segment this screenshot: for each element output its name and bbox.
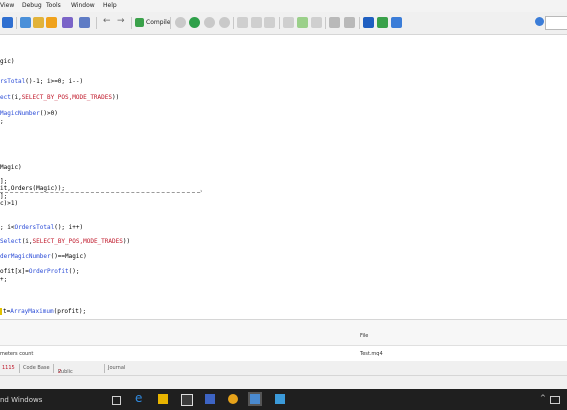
- code-line: gic): [0, 58, 15, 65]
- plugin-icon[interactable]: [33, 17, 44, 28]
- chart-icon[interactable]: [329, 17, 340, 28]
- toolbar-separator: [325, 17, 326, 29]
- mt4-icon[interactable]: [228, 394, 238, 404]
- code-line: t=ArrayMaximum(profit);: [3, 308, 87, 315]
- menu-window[interactable]: Window: [71, 2, 95, 9]
- code-line: ;: [0, 118, 4, 125]
- code-line: ofit[x]=OrderProfit();: [0, 268, 80, 275]
- toolbar-separator: [279, 17, 280, 29]
- toolbar: ← → Compile: [0, 12, 567, 35]
- code-line: ];: [0, 178, 8, 185]
- tab-separator: [104, 364, 105, 373]
- step-out-icon[interactable]: [311, 17, 322, 28]
- align-right-icon[interactable]: [62, 17, 73, 28]
- toolbar-separator: [233, 17, 234, 29]
- play-icon[interactable]: [189, 17, 200, 28]
- metaeditor-icon[interactable]: [248, 392, 262, 406]
- row-label: meters count: [0, 351, 34, 357]
- menu-bar: View Debug Tools Window Help: [0, 0, 567, 12]
- search-icon[interactable]: [535, 17, 544, 26]
- globe-icon[interactable]: [377, 17, 388, 28]
- compile-button[interactable]: Compile: [135, 16, 171, 30]
- bookmark-next-icon[interactable]: [264, 17, 275, 28]
- file-column-header: File: [360, 333, 369, 339]
- status-bar: [0, 375, 567, 390]
- compile-label: Compile: [146, 19, 171, 26]
- code-line: it,Orders(Magic));: [0, 185, 66, 192]
- tab-separator: [53, 364, 54, 373]
- folder-icon[interactable]: [20, 17, 31, 28]
- code-line: Magic): [0, 164, 22, 171]
- separator-line: [0, 188, 203, 195]
- bookmark-icon[interactable]: [237, 17, 248, 28]
- text-cursor: [0, 308, 2, 315]
- pause-icon[interactable]: [204, 17, 215, 28]
- stop-icon[interactable]: [175, 17, 186, 28]
- code-line: Select(i,SELECT_BY_POS,MODE_TRADES)): [0, 238, 131, 245]
- menu-view[interactable]: View: [0, 2, 14, 9]
- activation-watermark: nd Windows: [0, 396, 43, 404]
- window-icon[interactable]: [391, 17, 402, 28]
- toolbar-separator: [131, 17, 132, 29]
- windows-taskbar: nd Windows e ^: [0, 389, 567, 410]
- row-file: Test.mq4: [360, 351, 383, 357]
- tab-separator: [19, 364, 20, 373]
- code-line: rsTotal()-1; i>=0; i--): [0, 78, 84, 85]
- code-editor[interactable]: gic) rsTotal()-1; i>=0; i--) ect(i,SELEC…: [0, 35, 567, 318]
- search-input[interactable]: [545, 16, 567, 30]
- bookmark-prev-icon[interactable]: [251, 17, 262, 28]
- explorer-icon[interactable]: [158, 394, 168, 404]
- menu-tools[interactable]: Tools: [46, 2, 61, 9]
- forward-arrow-icon[interactable]: →: [117, 16, 125, 26]
- save-icon[interactable]: [2, 17, 13, 28]
- notes-icon[interactable]: [275, 394, 285, 404]
- compile-icon: [135, 18, 144, 27]
- toolbar-separator: [359, 17, 360, 29]
- code-line: ect(i,SELECT_BY_POS,MODE_TRADES)): [0, 94, 120, 101]
- back-arrow-icon[interactable]: [79, 17, 90, 28]
- toolbar-separator: [16, 17, 17, 29]
- graph-icon[interactable]: [344, 17, 355, 28]
- back-arrow-icon[interactable]: ←: [103, 16, 111, 26]
- toolbar-separator: [96, 17, 97, 29]
- tab-journal[interactable]: Journal: [108, 365, 125, 371]
- tray-display-icon[interactable]: [550, 396, 560, 404]
- toolbar-separator: [170, 17, 171, 29]
- toolbox-tabs: 1115 Code Base Public Projects 2 Journal: [0, 361, 567, 381]
- code-line: derMagicNumber()==Magic): [0, 253, 87, 260]
- tab-code-base[interactable]: Code Base: [23, 365, 50, 371]
- store-icon[interactable]: [181, 394, 193, 406]
- teams-icon[interactable]: [205, 394, 215, 404]
- toolbox-panel-header: File: [0, 319, 567, 346]
- menu-help[interactable]: Help: [103, 2, 117, 9]
- align-left-icon[interactable]: [46, 17, 57, 28]
- code-line: ];: [0, 193, 8, 200]
- pen-icon[interactable]: [363, 17, 374, 28]
- task-view-icon[interactable]: [112, 396, 121, 405]
- tab-articles-count[interactable]: 1115: [2, 365, 15, 371]
- menu-debug[interactable]: Debug: [22, 2, 42, 9]
- step-into-icon[interactable]: [283, 17, 294, 28]
- code-line: ; i<OrdersTotal(); i++): [0, 224, 84, 231]
- code-line: c)>1): [0, 200, 19, 207]
- code-line: +;: [0, 276, 8, 283]
- toolbox-row[interactable]: meters count Test.mq4: [0, 345, 567, 362]
- code-line: MagicNumber()>0): [0, 110, 58, 117]
- tray-chevron-icon[interactable]: ^: [540, 394, 546, 402]
- record-icon[interactable]: [219, 17, 230, 28]
- step-over-icon[interactable]: [297, 17, 308, 28]
- edge-icon[interactable]: e: [135, 391, 145, 405]
